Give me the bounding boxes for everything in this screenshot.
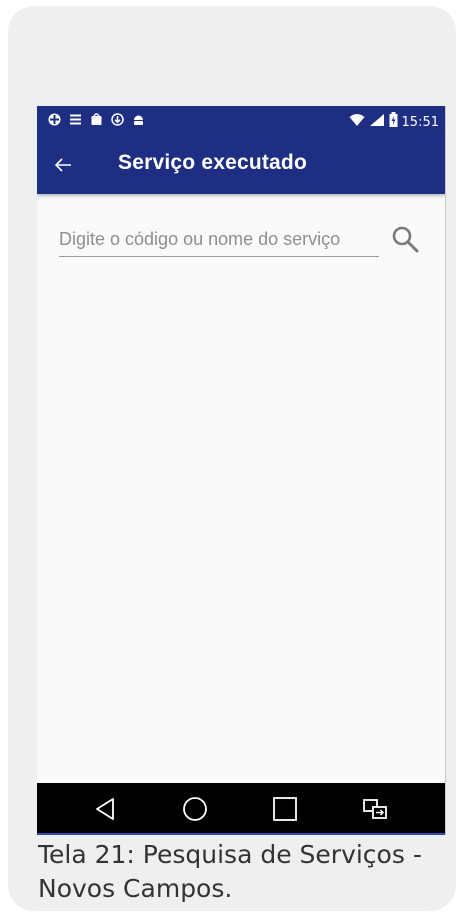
search-row <box>37 216 445 266</box>
recents-square-icon[interactable] <box>269 793 301 825</box>
arrow-left-icon[interactable] <box>51 153 75 177</box>
phone-screen: 15:51 Serviço executado <box>37 106 445 835</box>
accent-line <box>37 833 445 835</box>
list-icon <box>68 113 82 132</box>
android-icon <box>131 113 145 132</box>
status-right-icons: 15:51 <box>349 112 439 133</box>
navigation-bar <box>37 783 445 835</box>
app-icon <box>47 113 61 132</box>
shopping-icon <box>89 112 103 132</box>
page-title: Serviço executado <box>118 151 307 174</box>
search-input[interactable] <box>59 222 379 257</box>
battery-icon <box>389 112 398 133</box>
home-circle-icon[interactable] <box>179 793 211 825</box>
back-triangle-icon[interactable] <box>89 793 121 825</box>
app-toolbar: Serviço executado <box>37 136 445 194</box>
figure-card: 15:51 Serviço executado Digite o código … <box>8 6 456 911</box>
app-switch-icon[interactable] <box>359 793 391 825</box>
wifi-icon <box>349 113 365 133</box>
status-left-icons <box>47 112 145 132</box>
signal-icon <box>369 113 385 133</box>
status-time: 15:51 <box>401 114 439 130</box>
search-icon[interactable] <box>390 224 420 254</box>
download-icon <box>110 112 124 132</box>
status-bar: 15:51 <box>37 106 445 136</box>
figure-caption: Tela 21: Pesquisa de Serviços - Novos Ca… <box>38 840 422 903</box>
